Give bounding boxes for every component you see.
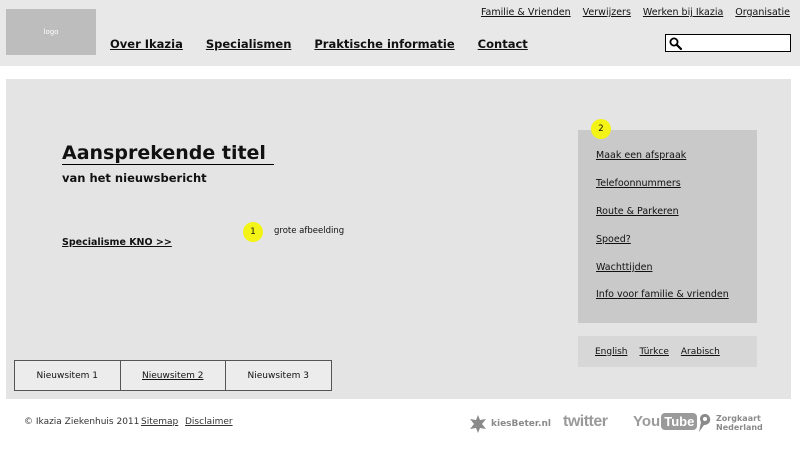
youtube-tube: Tube bbox=[661, 413, 698, 430]
quick-link-wachttijden[interactable]: Wachttijden bbox=[596, 262, 652, 273]
footer: © Ikazia Ziekenhuis 2011 Sitemap Disclai… bbox=[0, 400, 800, 451]
hero-section: Aansprekende titel van het nieuwsbericht… bbox=[6, 79, 791, 399]
kiesbeter-text: kiesBeter.nl bbox=[491, 419, 551, 429]
quick-link-route[interactable]: Route & Parkeren bbox=[596, 206, 679, 217]
nav-specialismen[interactable]: Specialismen bbox=[206, 37, 292, 51]
zorgkaart-text: Zorgkaart Nederland bbox=[716, 414, 763, 432]
zorgkaart-line-2: Nederland bbox=[716, 423, 763, 432]
lang-arabisch[interactable]: Arabisch bbox=[681, 347, 720, 357]
kiesbeter-logo[interactable]: kiesBeter.nl bbox=[468, 414, 551, 434]
logo-text: logo bbox=[43, 28, 59, 36]
zorgkaart-line-1: Zorgkaart bbox=[716, 414, 761, 423]
sitemap-link[interactable]: Sitemap bbox=[141, 417, 178, 427]
top-nav: Familie & Vrienden Verwijzers Werken bij… bbox=[481, 7, 790, 18]
search-input[interactable] bbox=[665, 34, 791, 52]
annotation-marker-1: 1 bbox=[243, 222, 263, 242]
zorgkaart-icon bbox=[699, 414, 711, 432]
twitter-logo[interactable]: twitter bbox=[563, 413, 608, 431]
language-switcher: English Türkce Arabisch bbox=[578, 336, 757, 367]
youtube-logo[interactable]: You Tube bbox=[633, 413, 698, 430]
nav-contact[interactable]: Contact bbox=[478, 37, 528, 51]
search-icon[interactable] bbox=[669, 37, 682, 50]
news-items: Nieuwsitem 1 Nieuwsitem 2 Nieuwsitem 3 bbox=[14, 360, 332, 391]
image-placeholder-label: grote afbeelding bbox=[274, 226, 345, 236]
quick-link-telefoonnummers[interactable]: Telefoonnummers bbox=[596, 178, 681, 189]
quick-links-box: Maak een afspraak Telefoonnummers Route … bbox=[578, 130, 757, 323]
quick-link-afspraak[interactable]: Maak een afspraak bbox=[596, 150, 686, 161]
top-link-familie[interactable]: Familie & Vrienden bbox=[481, 7, 571, 18]
quick-link-spoed[interactable]: Spoed? bbox=[596, 234, 631, 245]
main-nav: Over Ikazia Specialismen Praktische info… bbox=[110, 37, 528, 51]
hero-subtitle: van het nieuwsbericht bbox=[62, 171, 207, 185]
top-link-verwijzers[interactable]: Verwijzers bbox=[583, 7, 631, 18]
lang-turkce[interactable]: Türkce bbox=[640, 347, 669, 357]
logo[interactable]: logo bbox=[6, 9, 96, 55]
news-item-3[interactable]: Nieuwsitem 3 bbox=[225, 360, 332, 391]
zorgkaart-logo[interactable]: Zorgkaart Nederland bbox=[697, 413, 763, 433]
news-item-2[interactable]: Nieuwsitem 2 bbox=[119, 360, 226, 391]
top-link-organisatie[interactable]: Organisatie bbox=[735, 7, 790, 18]
header: logo Familie & Vrienden Verwijzers Werke… bbox=[0, 0, 800, 66]
kiesbeter-icon bbox=[470, 415, 486, 433]
nav-praktische-informatie[interactable]: Praktische informatie bbox=[314, 37, 454, 51]
specialism-link[interactable]: Specialisme KNO >> bbox=[62, 237, 172, 248]
lang-english[interactable]: English bbox=[595, 347, 628, 357]
quick-link-familie[interactable]: Info voor familie & vrienden bbox=[596, 289, 729, 300]
hero-title: Aansprekende titel bbox=[62, 142, 274, 165]
top-link-werken[interactable]: Werken bij Ikazia bbox=[643, 7, 723, 18]
annotation-marker-2: 2 bbox=[591, 119, 611, 139]
news-item-1[interactable]: Nieuwsitem 1 bbox=[14, 360, 121, 391]
copyright: © Ikazia Ziekenhuis 2011 bbox=[24, 417, 140, 427]
spacer-band bbox=[0, 66, 800, 79]
nav-over-ikazia[interactable]: Over Ikazia bbox=[110, 37, 183, 51]
youtube-you: You bbox=[633, 413, 661, 430]
disclaimer-link[interactable]: Disclaimer bbox=[185, 417, 233, 427]
